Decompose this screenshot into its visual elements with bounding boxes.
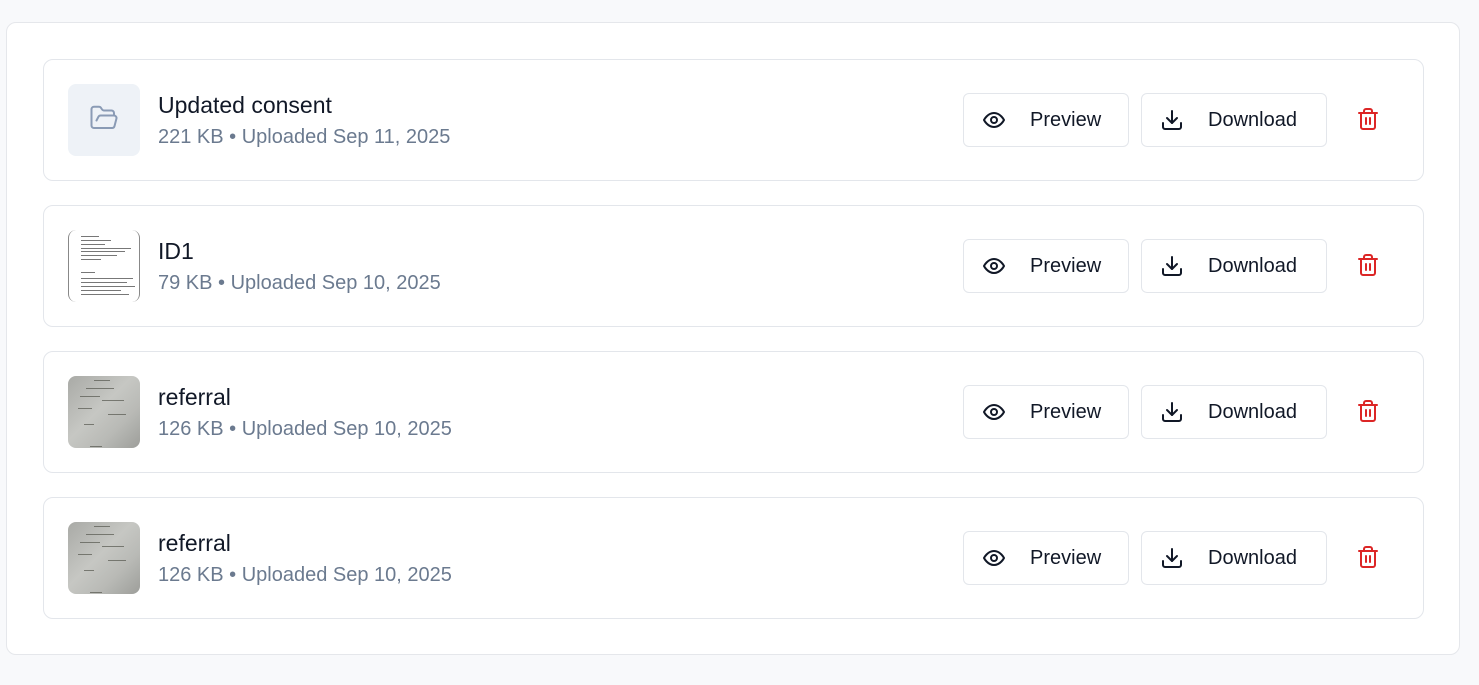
photo-thumbnail [68,376,140,448]
preview-button[interactable]: Preview [963,239,1129,293]
trash-icon [1356,253,1380,282]
file-row: ID1 79 KB • Uploaded Sep 10, 2025 Previe… [43,205,1424,327]
download-button[interactable]: Download [1141,239,1327,293]
download-button[interactable]: Download [1141,531,1327,585]
preview-label: Preview [1030,254,1102,277]
delete-button[interactable] [1354,545,1382,573]
file-info: 126 KB • Uploaded Sep 10, 2025 [158,564,452,586]
eye-icon [982,400,1006,424]
photo-thumbnail [68,522,140,594]
file-meta: referral 126 KB • Uploaded Sep 10, 2025 [158,528,452,589]
file-info: 79 KB • Uploaded Sep 10, 2025 [158,272,441,294]
download-label: Download [1208,546,1297,569]
preview-label: Preview [1030,546,1102,569]
file-name: Updated consent [158,92,332,118]
file-name: referral [158,530,231,556]
file-thumbnail [68,84,140,156]
preview-label: Preview [1030,108,1102,131]
download-label: Download [1208,108,1297,131]
file-row: referral 126 KB • Uploaded Sep 10, 2025 … [43,497,1424,619]
preview-button[interactable]: Preview [963,531,1129,585]
eye-icon [982,108,1006,132]
preview-button[interactable]: Preview [963,93,1129,147]
preview-button[interactable]: Preview [963,385,1129,439]
file-info: 126 KB • Uploaded Sep 10, 2025 [158,418,452,440]
folder-open-icon [89,103,119,138]
file-meta: referral 126 KB • Uploaded Sep 10, 2025 [158,382,452,443]
eye-icon [982,546,1006,570]
file-name: ID1 [158,238,194,264]
file-name: referral [158,384,231,410]
trash-icon [1356,107,1380,136]
download-icon [1160,546,1184,570]
download-button[interactable]: Download [1141,385,1327,439]
preview-label: Preview [1030,400,1102,423]
eye-icon [982,254,1006,278]
download-icon [1160,400,1184,424]
download-icon [1160,254,1184,278]
document-thumbnail [68,230,140,302]
delete-button[interactable] [1354,399,1382,427]
trash-icon [1356,545,1380,574]
files-panel: Updated consent 221 KB • Uploaded Sep 11… [6,22,1460,655]
download-label: Download [1208,400,1297,423]
trash-icon [1356,399,1380,428]
delete-button[interactable] [1354,107,1382,135]
file-row: referral 126 KB • Uploaded Sep 10, 2025 … [43,351,1424,473]
download-button[interactable]: Download [1141,93,1327,147]
download-label: Download [1208,254,1297,277]
file-info: 221 KB • Uploaded Sep 11, 2025 [158,126,451,148]
file-row: Updated consent 221 KB • Uploaded Sep 11… [43,59,1424,181]
file-list: Updated consent 221 KB • Uploaded Sep 11… [43,59,1424,643]
file-meta: ID1 79 KB • Uploaded Sep 10, 2025 [158,236,441,297]
delete-button[interactable] [1354,253,1382,281]
download-icon [1160,108,1184,132]
file-meta: Updated consent 221 KB • Uploaded Sep 11… [158,90,450,151]
